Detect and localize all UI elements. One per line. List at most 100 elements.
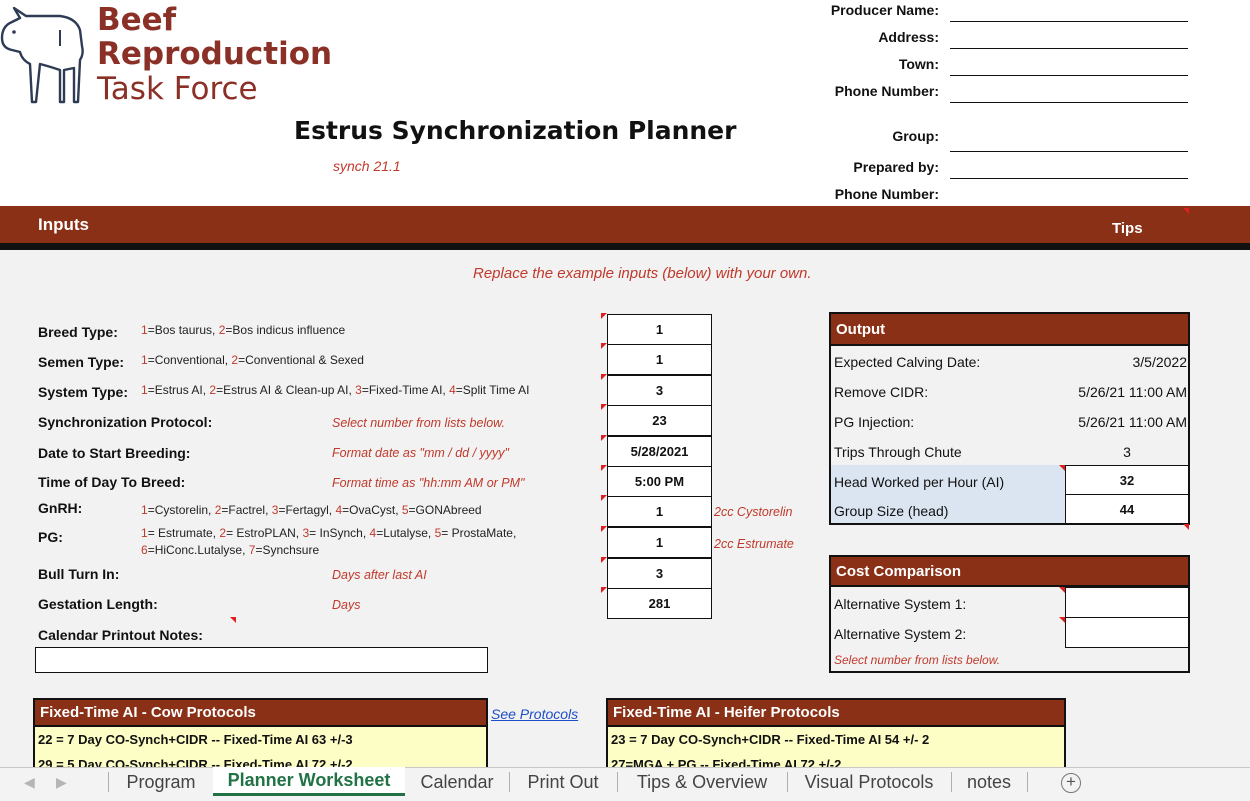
remove-cidr-value: 5/26/21 11:00 AM — [1078, 384, 1187, 400]
bull-turn-in-input[interactable]: 3 — [607, 558, 712, 589]
tab-program[interactable]: Program — [110, 768, 212, 796]
output-heading: Output — [831, 314, 1188, 344]
comment-marker — [1183, 208, 1189, 214]
start-date-hint: Format date as "mm / dd / yyyy" — [332, 446, 509, 460]
tab-calendar[interactable]: Calendar — [406, 768, 508, 796]
pg-label: PG: — [38, 529, 63, 545]
breed-type-label: Breed Type: — [38, 324, 118, 340]
pg-injection-label: PG Injection: — [834, 414, 915, 430]
producer-name-label: Producer Name: — [830, 2, 939, 18]
start-date-label: Date to Start Breeding: — [38, 445, 191, 461]
head-worked-input[interactable]: 32 — [1065, 465, 1189, 495]
gnrh-options: 1=Cystorelin, 2=Factrel, 3=Fertagyl, 4=O… — [141, 503, 482, 517]
address-field[interactable] — [950, 48, 1188, 49]
system-type-input[interactable]: 3 — [607, 375, 712, 406]
cow-logo-icon — [0, 6, 90, 106]
pg-input[interactable]: 1 — [607, 527, 712, 558]
group-size-input[interactable]: 44 — [1065, 494, 1189, 524]
start-date-input[interactable]: 5/28/2021 — [607, 436, 712, 467]
heifer-header-line — [608, 725, 1064, 727]
calving-date-label: Expected Calving Date: — [834, 354, 981, 370]
comment-marker — [1183, 524, 1189, 530]
trips-through-chute-value: 3 — [1123, 444, 1131, 460]
tips-button[interactable]: Tips — [1112, 220, 1143, 237]
pg-options: 1= Estrumate, 2= EstroPLAN, 3= InSynch, … — [141, 526, 517, 557]
breed-type-input[interactable]: 1 — [607, 314, 712, 345]
pg-injection-value: 5/26/21 11:00 AM — [1078, 414, 1187, 430]
calendar-notes-input[interactable] — [35, 647, 488, 673]
head-worked-label: Head Worked per Hour (AI) — [834, 474, 1005, 490]
heifer-protocols-heading: Fixed-Time AI - Heifer Protocols — [608, 700, 1064, 725]
cow-protocol-row: 22 = 7 Day CO-Synch+CIDR -- Fixed-Time A… — [38, 732, 353, 747]
see-protocols-link[interactable]: See Protocols — [491, 706, 578, 722]
system-type-options: 1=Estrus AI, 2=Estrus AI & Clean-up AI, … — [141, 383, 530, 397]
system-type-label: System Type: — [38, 384, 128, 400]
inputs-band — [0, 206, 1250, 243]
town-field[interactable] — [950, 75, 1188, 76]
breed-type-options: 1=Bos taurus, 2=Bos indicus influence — [141, 323, 346, 337]
gestation-length-input[interactable]: 281 — [607, 588, 712, 619]
semen-type-options: 1=Conventional, 2=Conventional & Sexed — [141, 353, 364, 367]
tab-print-out[interactable]: Print Out — [510, 768, 616, 796]
add-sheet-icon[interactable]: + — [1061, 773, 1081, 793]
producer-name-field[interactable] — [950, 21, 1188, 22]
tab-notes[interactable]: notes — [952, 768, 1026, 796]
breed-time-hint: Format time as "hh:mm AM or PM" — [332, 476, 525, 490]
sync-protocol-hint: Select number from lists below. — [332, 416, 505, 430]
scroll-left-icon[interactable]: ◀ — [24, 774, 35, 791]
gnrh-note: 2cc Cystorelin — [714, 505, 793, 519]
bull-turn-in-hint: Days after last AI — [332, 568, 427, 582]
alt-system-1-label: Alternative System 1: — [834, 596, 967, 612]
tab-planner-worksheet[interactable]: Planner Worksheet — [213, 767, 405, 796]
logo-line-3: Task Force — [97, 71, 258, 107]
tab-visual-protocols[interactable]: Visual Protocols — [788, 768, 950, 796]
breed-time-label: Time of Day To Breed: — [38, 474, 186, 490]
sync-protocol-input[interactable]: 23 — [607, 405, 712, 436]
cow-header-line — [35, 725, 486, 727]
breed-time-input[interactable]: 5:00 PM — [607, 466, 712, 497]
tab-separator — [1027, 772, 1028, 792]
logo-line-1: Beef — [97, 2, 177, 38]
phone-number-field[interactable] — [950, 102, 1188, 103]
group-size-label: Group Size (head) — [834, 503, 949, 519]
inputs-heading: Inputs — [38, 215, 89, 234]
cow-protocols-heading: Fixed-Time AI - Cow Protocols — [35, 700, 486, 725]
gnrh-input[interactable]: 1 — [607, 496, 712, 527]
replace-note: Replace the example inputs (below) with … — [473, 265, 812, 282]
group-field[interactable] — [950, 151, 1188, 152]
heifer-protocol-row: 23 = 7 Day CO-Synch+CIDR -- Fixed-Time A… — [611, 732, 930, 747]
prepared-by-field[interactable] — [950, 178, 1188, 179]
band-bottom-line — [0, 243, 1250, 250]
sheet-tab-bar: ◀ ▶ Program Planner Worksheet Calendar P… — [0, 767, 1250, 801]
group-label: Group: — [892, 128, 939, 144]
tab-tips-overview[interactable]: Tips & Overview — [618, 768, 786, 796]
tab-separator — [108, 772, 109, 792]
scroll-right-icon[interactable]: ▶ — [56, 774, 67, 791]
phone-number-label: Phone Number: — [834, 83, 939, 99]
prepared-by-label: Prepared by: — [853, 159, 939, 175]
alt-system-2-input[interactable] — [1065, 617, 1189, 648]
remove-cidr-label: Remove CIDR: — [834, 384, 929, 400]
alt-system-1-input[interactable] — [1065, 587, 1189, 618]
sync-protocol-label: Synchronization Protocol: — [38, 414, 213, 430]
page-title: Estrus Synchronization Planner — [294, 116, 737, 145]
logo-line-2: Reproduction — [97, 36, 333, 72]
alt-system-2-label: Alternative System 2: — [834, 626, 967, 642]
town-label: Town: — [898, 56, 939, 72]
output-header-line — [831, 344, 1188, 346]
phone-number-2-label: Phone Number: — [834, 186, 939, 202]
gestation-length-label: Gestation Length: — [38, 596, 158, 612]
calving-date-value: 3/5/2022 — [1132, 354, 1188, 370]
calendar-notes-label: Calendar Printout Notes: — [38, 627, 203, 643]
address-label: Address: — [878, 29, 939, 45]
trips-through-chute-label: Trips Through Chute — [834, 444, 962, 460]
gnrh-label: GnRH: — [38, 500, 83, 516]
semen-type-label: Semen Type: — [38, 354, 125, 370]
comment-marker — [230, 617, 236, 623]
version-label: synch 21.1 — [333, 158, 401, 174]
bull-turn-in-label: Bull Turn In: — [38, 566, 120, 582]
gestation-length-hint: Days — [332, 598, 361, 612]
pg-note: 2cc Estrumate — [714, 537, 794, 551]
semen-type-input[interactable]: 1 — [607, 344, 712, 375]
cost-hint: Select number from lists below. — [834, 653, 1001, 667]
